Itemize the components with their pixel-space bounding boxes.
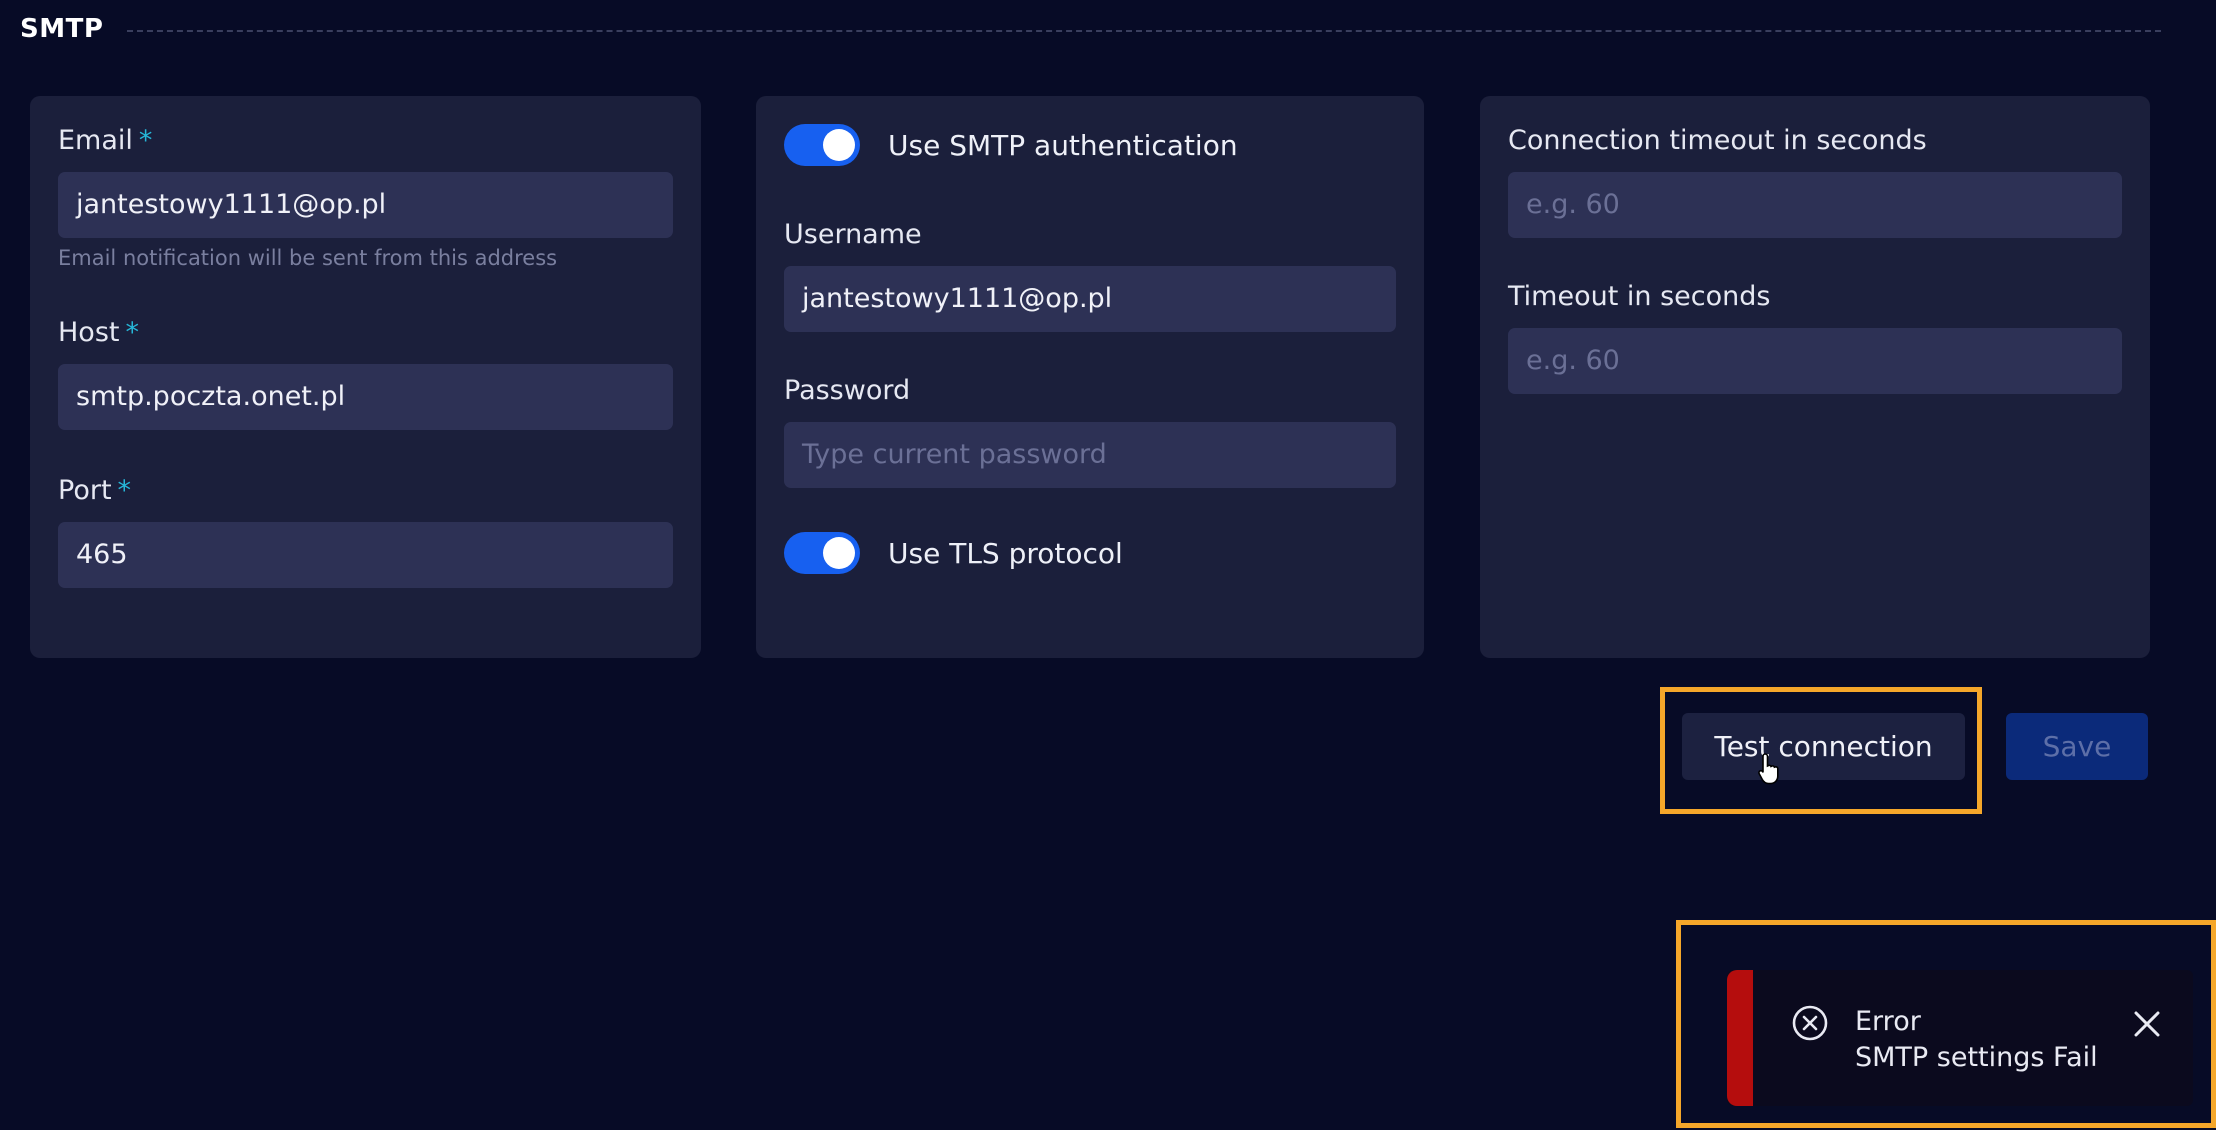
- section-title: SMTP: [20, 14, 104, 44]
- toast-message: SMTP settings Fail: [1855, 1042, 2098, 1073]
- error-toast: Error SMTP settings Fail: [1727, 970, 2193, 1106]
- smtp-auth-toggle[interactable]: [784, 124, 860, 166]
- toast-title: Error: [1855, 1006, 1921, 1037]
- password-label: Password: [784, 375, 911, 406]
- tls-toggle[interactable]: [784, 532, 860, 574]
- email-input[interactable]: jantestowy1111@op.pl: [58, 172, 673, 238]
- email-field-group: Email * jantestowy1111@op.pl Email notifi…: [58, 124, 673, 270]
- host-input[interactable]: smtp.poczta.onet.pl: [58, 364, 673, 430]
- connection-timeout-label: Connection timeout in seconds: [1508, 125, 1927, 156]
- username-input[interactable]: jantestowy1111@op.pl: [784, 266, 1396, 332]
- hand-cursor-icon: [1758, 753, 1779, 785]
- timeout-field-group: Timeout in seconds e.g. 60: [1508, 280, 2122, 394]
- tls-label: Use TLS protocol: [888, 536, 1123, 570]
- smtp-auth-label: Use SMTP authentication: [888, 128, 1238, 162]
- password-field-group: Password Type current password: [784, 374, 1396, 488]
- section-header: SMTP: [20, 14, 2161, 44]
- close-icon[interactable]: [2131, 1008, 2163, 1040]
- tls-row: Use TLS protocol: [784, 532, 1396, 574]
- port-label: Port *: [58, 475, 132, 506]
- username-field-group: Username jantestowy1111@op.pl: [784, 218, 1396, 332]
- connection-timeout-field-group: Connection timeout in seconds e.g. 60: [1508, 124, 2122, 238]
- timeout-input[interactable]: e.g. 60: [1508, 328, 2122, 394]
- connection-timeout-input[interactable]: e.g. 60: [1508, 172, 2122, 238]
- host-field-group: Host * smtp.poczta.onet.pl: [58, 316, 673, 430]
- required-marker: *: [138, 125, 153, 156]
- password-input[interactable]: Type current password: [784, 422, 1396, 488]
- smtp-settings-page: SMTP Email * jantestowy1111@op.pl Email n…: [0, 0, 2216, 1130]
- host-label: Host *: [58, 317, 139, 348]
- email-hint: Email notification will be sent from thi…: [58, 246, 558, 270]
- port-input[interactable]: 465: [58, 522, 673, 588]
- email-label: Email *: [58, 125, 153, 156]
- server-settings-card: Email * jantestowy1111@op.pl Email notifi…: [30, 96, 701, 658]
- port-field-group: Port * 465: [58, 474, 673, 588]
- save-button[interactable]: Save: [2006, 713, 2148, 780]
- authentication-card: Use SMTP authentication Username jantest…: [756, 96, 1424, 658]
- toast-error-bar: [1727, 970, 1753, 1106]
- required-marker: *: [125, 317, 139, 348]
- required-marker: *: [117, 475, 132, 506]
- test-connection-button[interactable]: Test connection: [1682, 713, 1965, 780]
- section-divider: [127, 30, 2161, 32]
- error-circle-icon: [1792, 1005, 1828, 1041]
- username-label: Username: [784, 219, 922, 250]
- smtp-auth-row: Use SMTP authentication: [784, 124, 1396, 166]
- toggle-knob: [823, 537, 855, 569]
- toggle-knob: [823, 129, 855, 161]
- timeout-card: Connection timeout in seconds e.g. 60 Ti…: [1480, 96, 2150, 658]
- timeout-label: Timeout in seconds: [1508, 281, 1771, 312]
